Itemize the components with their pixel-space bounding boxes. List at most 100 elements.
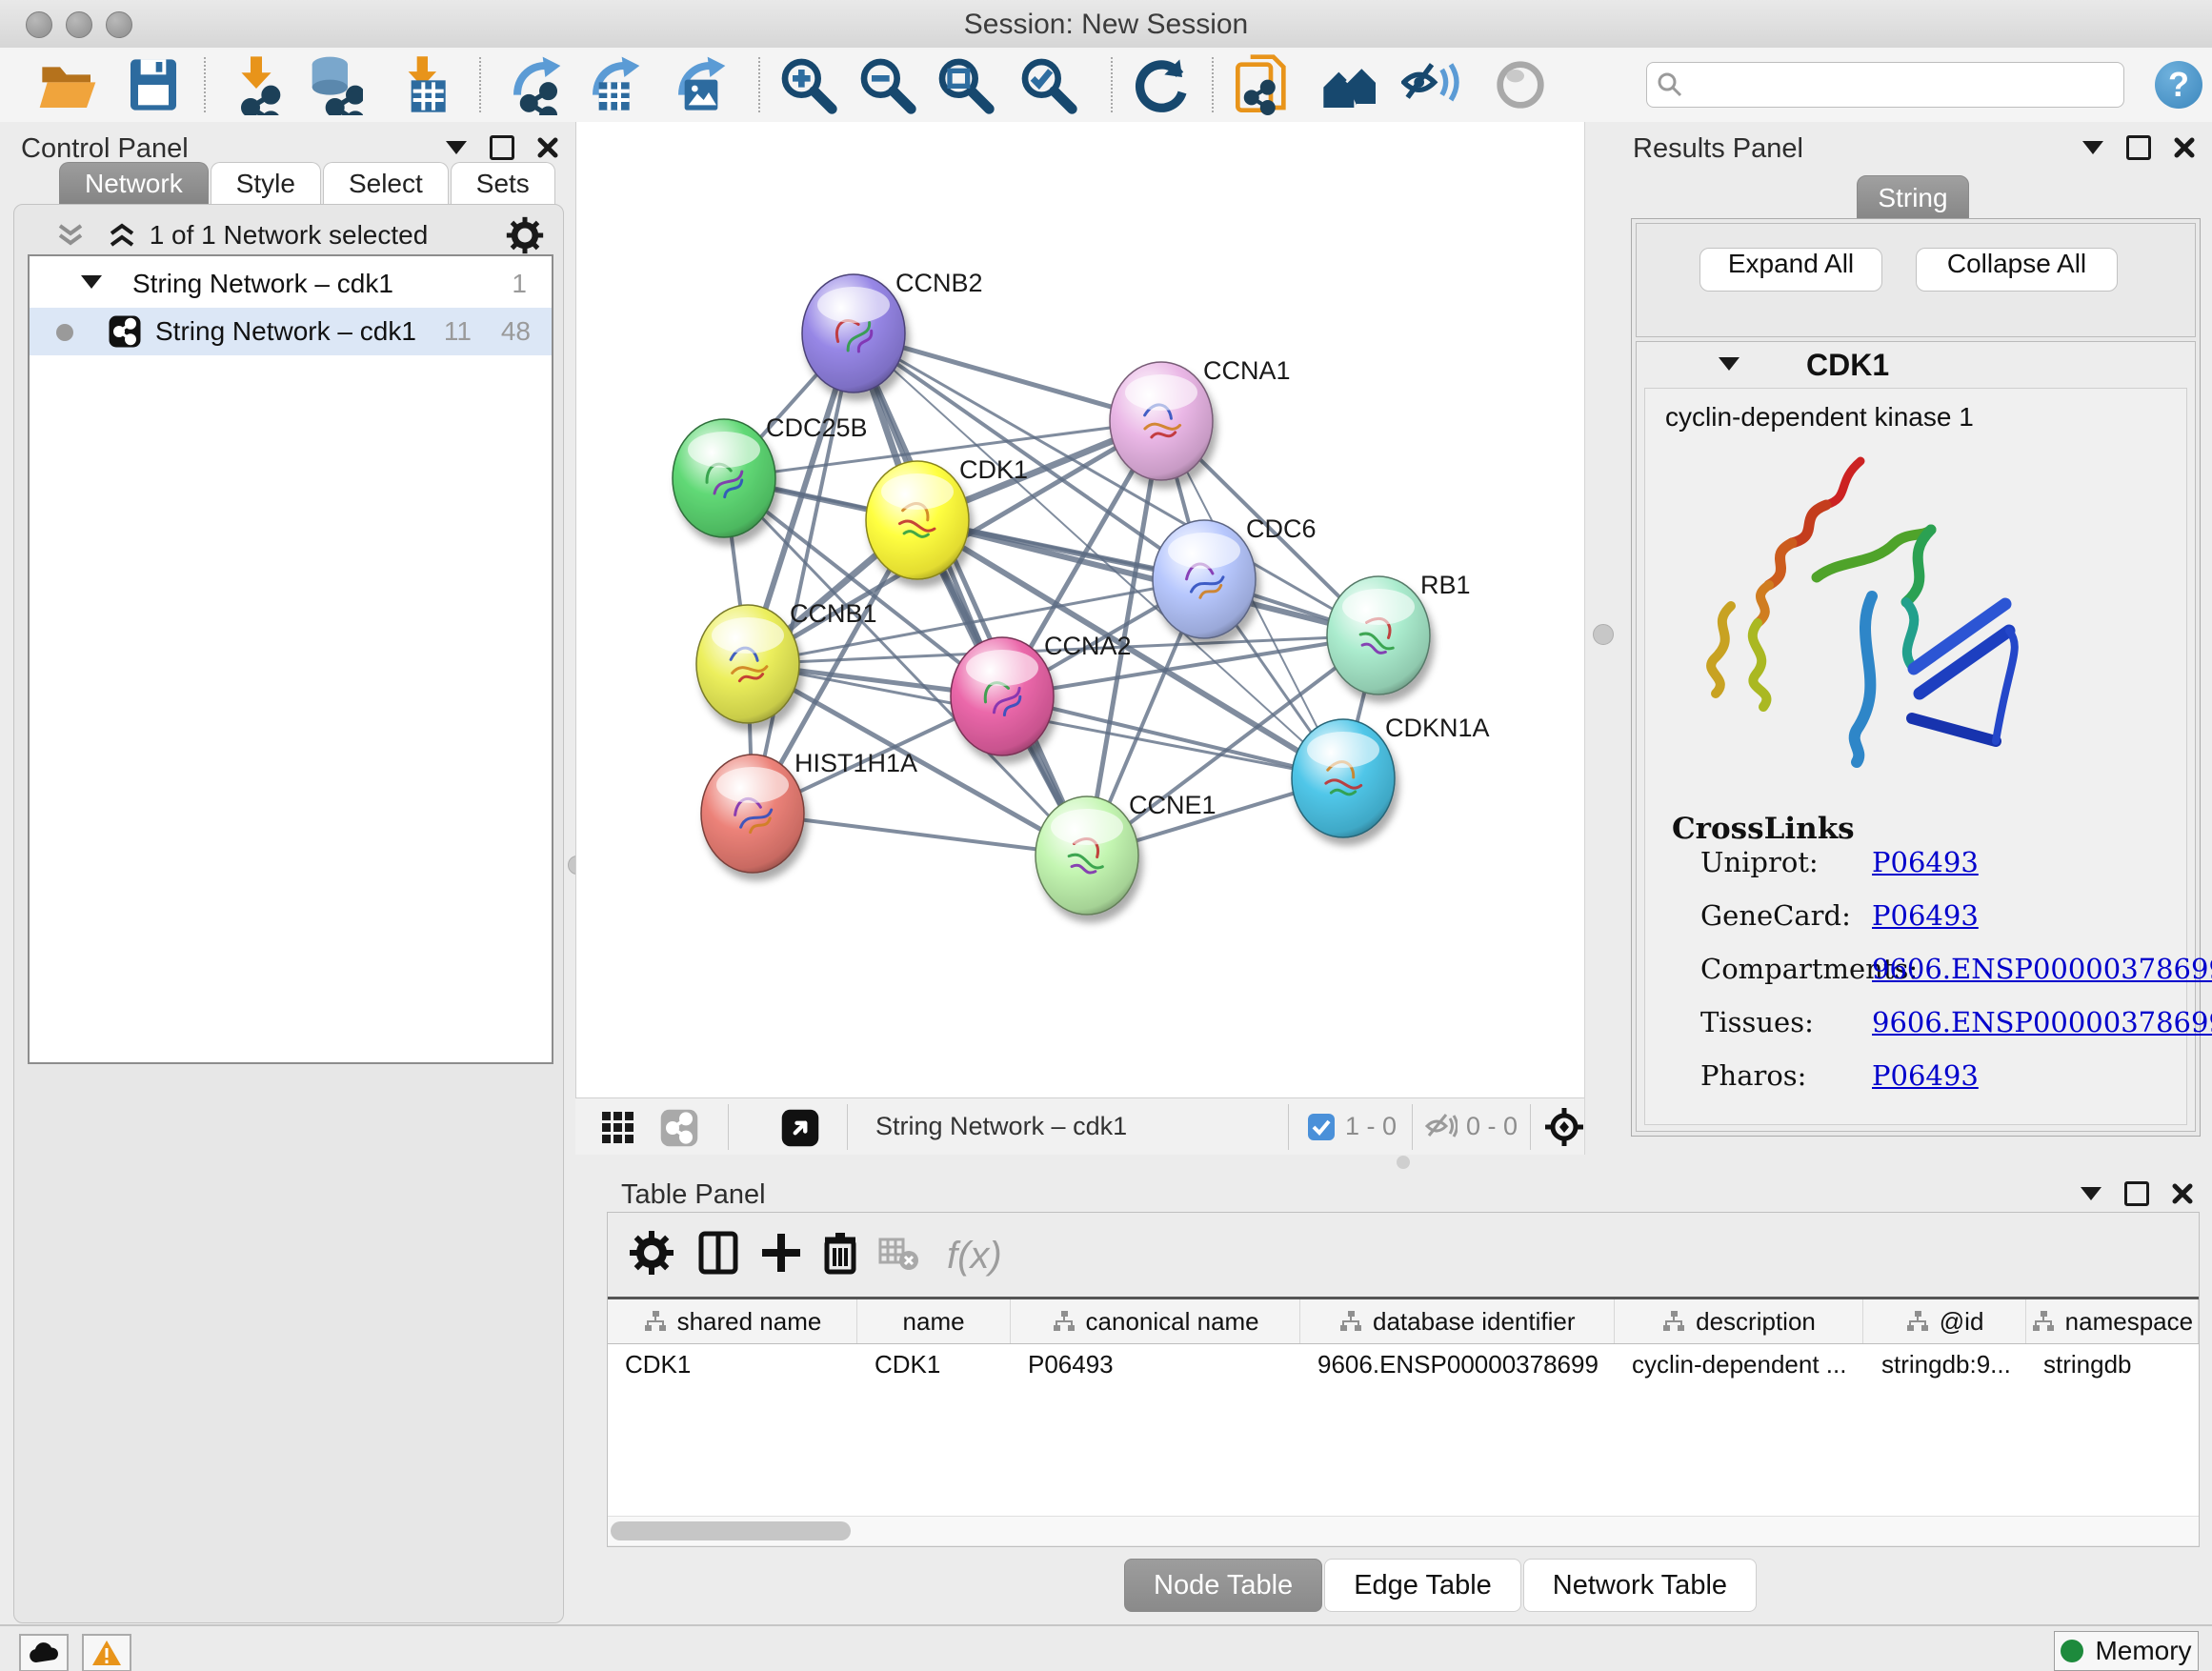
- zoom-selected-icon[interactable]: [1017, 54, 1078, 115]
- tab-node-table[interactable]: Node Table: [1124, 1559, 1322, 1612]
- panel-menu-icon[interactable]: [2081, 1187, 2101, 1200]
- cell[interactable]: CDK1: [608, 1343, 857, 1385]
- network-canvas[interactable]: CCNB2 CCNA1 CDC25B CDK1 CDC6: [575, 122, 1585, 1097]
- right-splitter[interactable]: [1584, 122, 1620, 1155]
- table-horizontal-scrollbar[interactable]: [608, 1516, 2199, 1545]
- network-view-mode-icon[interactable]: [659, 1108, 699, 1148]
- grid-view-icon[interactable]: [600, 1110, 636, 1146]
- collapse-all-button[interactable]: Collapse All: [1916, 248, 2118, 292]
- help-button[interactable]: ?: [2155, 61, 2202, 109]
- node-RB1[interactable]: [1327, 576, 1430, 695]
- add-column-icon[interactable]: [758, 1230, 808, 1279]
- column-header--id[interactable]: @id: [1863, 1299, 2025, 1343]
- share-document-icon[interactable]: [1233, 54, 1294, 115]
- preview-icon[interactable]: [1490, 54, 1551, 115]
- warning-button[interactable]: [82, 1634, 131, 1671]
- crosslink-link[interactable]: P06493: [1872, 1059, 1979, 1092]
- panel-float-icon[interactable]: [2124, 1181, 2149, 1206]
- selected-checkbox-icon[interactable]: [1307, 1113, 1336, 1141]
- tab-sets[interactable]: Sets: [451, 162, 555, 205]
- network-edge-count: 48: [501, 316, 531, 347]
- cell[interactable]: CDK1: [857, 1343, 1011, 1385]
- column-header-name[interactable]: name: [857, 1299, 1011, 1343]
- cell[interactable]: cyclin-dependent ...: [1615, 1343, 1864, 1385]
- horizontal-splitter-handle[interactable]: [1397, 1156, 1410, 1169]
- import-database-icon[interactable]: [302, 54, 363, 115]
- column-header-namespace[interactable]: namespace: [2026, 1299, 2199, 1343]
- tab-string[interactable]: String: [1857, 175, 1969, 221]
- edge[interactable]: [753, 333, 854, 814]
- cell[interactable]: P06493: [1011, 1343, 1300, 1385]
- import-table-icon[interactable]: [388, 54, 449, 115]
- home-icon[interactable]: [1318, 54, 1379, 115]
- save-session-icon[interactable]: [123, 54, 184, 115]
- panel-close-icon[interactable]: [2174, 137, 2195, 158]
- network-collection-row[interactable]: String Network – cdk1 1: [30, 260, 552, 308]
- column-header-database-identifier[interactable]: database identifier: [1300, 1299, 1615, 1343]
- export-table-icon[interactable]: [581, 54, 642, 115]
- memory-button[interactable]: Memory: [2054, 1631, 2199, 1671]
- open-session-icon[interactable]: [37, 54, 98, 115]
- cloud-button[interactable]: [19, 1634, 69, 1671]
- right-splitter-handle[interactable]: [1593, 624, 1614, 645]
- crosslink-link[interactable]: P06493: [1872, 846, 1979, 878]
- hide-unhide-icon[interactable]: [1401, 54, 1462, 115]
- node-CDK1[interactable]: [866, 461, 969, 579]
- hidden-eye-icon[interactable]: [1423, 1111, 1458, 1141]
- cell[interactable]: stringdb:9...: [1864, 1343, 2026, 1385]
- tab-network-table[interactable]: Network Table: [1523, 1559, 1757, 1612]
- search-input[interactable]: [1693, 66, 2116, 104]
- zoom-out-icon[interactable]: [856, 54, 917, 115]
- birdseye-view-icon[interactable]: [780, 1108, 820, 1148]
- column-header-description[interactable]: description: [1615, 1299, 1864, 1343]
- panel-close-icon[interactable]: [2172, 1183, 2193, 1204]
- cell[interactable]: 9606.ENSP00000378699: [1300, 1343, 1615, 1385]
- section-expand-icon[interactable]: [1719, 357, 1739, 371]
- node-HIST1H1A[interactable]: [701, 755, 804, 873]
- panel-float-icon[interactable]: [490, 135, 514, 160]
- node-CDKN1A[interactable]: [1292, 719, 1395, 837]
- panel-menu-icon[interactable]: [2082, 141, 2103, 154]
- crosslink-link[interactable]: 9606.ENSP00000378699: [1872, 1006, 2212, 1038]
- table-row[interactable]: CDK1CDK1P064939606.ENSP00000378699cyclin…: [608, 1343, 2199, 1385]
- zoom-in-icon[interactable]: [777, 54, 838, 115]
- node-CCNA2[interactable]: [951, 637, 1054, 755]
- zoom-fit-icon[interactable]: [935, 54, 995, 115]
- column-header-shared-name[interactable]: shared name: [608, 1299, 857, 1343]
- node-CCNB2[interactable]: [802, 274, 905, 393]
- search-box[interactable]: [1646, 62, 2124, 108]
- network-current-dot: [56, 324, 73, 341]
- refresh-icon[interactable]: [1129, 54, 1190, 115]
- network-options-gear-icon[interactable]: [506, 216, 544, 254]
- tab-select[interactable]: Select: [323, 162, 449, 205]
- collection-expand-icon[interactable]: [81, 275, 102, 289]
- tab-edge-table[interactable]: Edge Table: [1324, 1559, 1521, 1612]
- import-network-icon[interactable]: [220, 54, 281, 115]
- crosslink-link[interactable]: 9606.ENSP00000378699: [1872, 953, 2212, 985]
- export-network-icon[interactable]: [502, 54, 563, 115]
- column-header-canonical-name[interactable]: canonical name: [1011, 1299, 1300, 1343]
- node-CCNA1[interactable]: [1110, 362, 1213, 480]
- cell[interactable]: stringdb: [2026, 1343, 2199, 1385]
- panel-float-icon[interactable]: [2126, 135, 2151, 160]
- tab-style[interactable]: Style: [211, 162, 321, 205]
- tab-network[interactable]: Network: [59, 162, 209, 205]
- fit-selected-crosshair-icon[interactable]: [1543, 1106, 1585, 1148]
- node-CCNE1[interactable]: [1036, 796, 1138, 915]
- gene-section-header[interactable]: CDK1: [1637, 342, 2195, 386]
- panel-menu-icon[interactable]: [446, 141, 467, 154]
- node-CDC25B[interactable]: [673, 419, 775, 537]
- scrollbar-thumb[interactable]: [611, 1521, 851, 1540]
- table-gear-icon[interactable]: [629, 1230, 678, 1279]
- expand-all-button[interactable]: Expand All: [1699, 248, 1882, 292]
- show-columns-icon[interactable]: [695, 1230, 745, 1279]
- node-CCNB1[interactable]: [696, 605, 799, 723]
- toolbar-separator: [758, 57, 760, 112]
- edge[interactable]: [1002, 696, 1343, 778]
- panel-close-icon[interactable]: [537, 137, 558, 158]
- network-row[interactable]: String Network – cdk1 11 48: [30, 308, 552, 355]
- export-image-icon[interactable]: [667, 54, 728, 115]
- crosslink-link[interactable]: P06493: [1872, 899, 1979, 932]
- node-CDC6[interactable]: [1153, 520, 1256, 638]
- delete-column-icon[interactable]: [817, 1230, 867, 1279]
